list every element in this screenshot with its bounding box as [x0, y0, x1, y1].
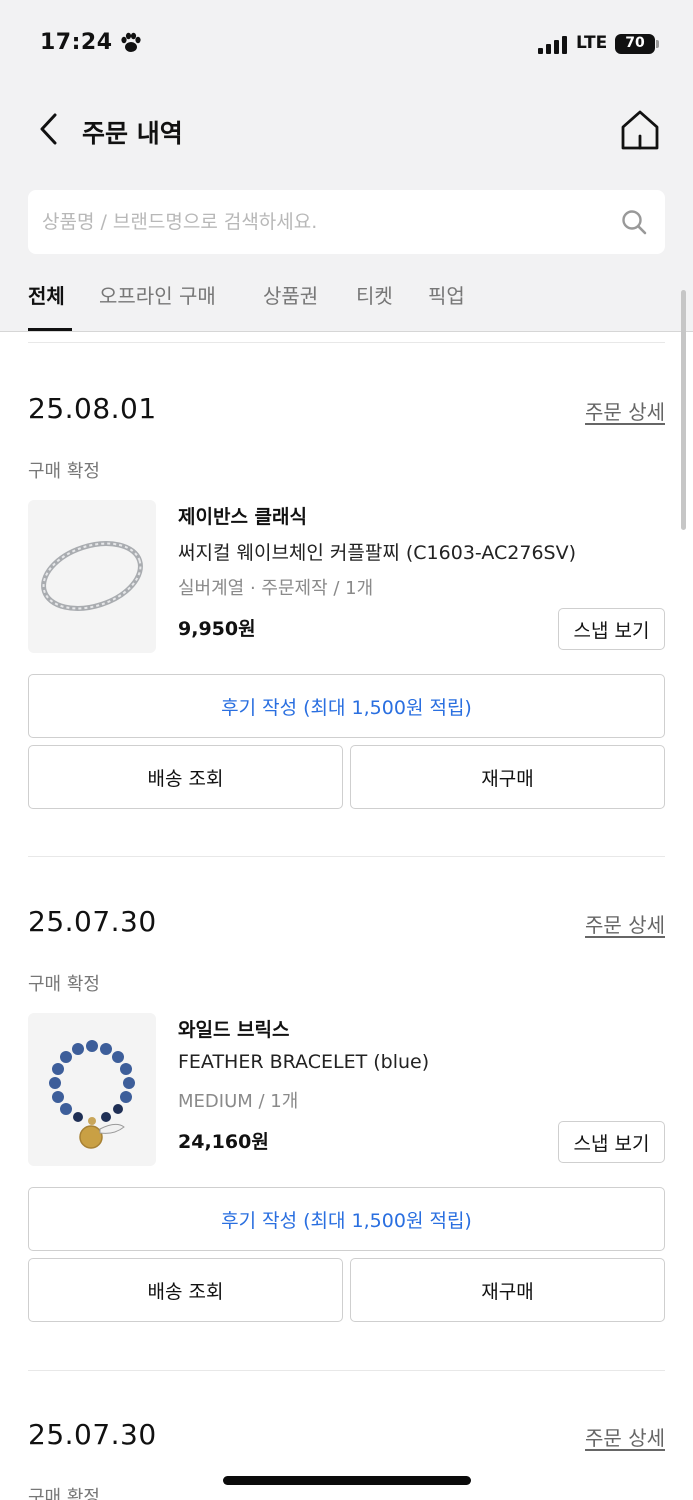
- search-input[interactable]: [42, 190, 602, 254]
- track-shipping-button[interactable]: 배송 조회: [28, 745, 343, 809]
- tab-bar: 전체 오프라인 구매 상품권 티켓 픽업: [0, 270, 693, 332]
- order-status: 구매 확정: [28, 974, 100, 995]
- page-title: 주문 내역: [82, 119, 183, 148]
- back-icon[interactable]: [36, 112, 64, 146]
- order-date: 25.07.30: [28, 1418, 157, 1451]
- tab-ticket[interactable]: 티켓: [356, 280, 393, 332]
- paw-icon: [121, 32, 141, 52]
- product-option: MEDIUM / 1개: [178, 1091, 299, 1112]
- track-shipping-button[interactable]: 배송 조회: [28, 1258, 343, 1322]
- product-price: 9,950원: [178, 618, 256, 640]
- tab-pickup[interactable]: 픽업: [428, 280, 465, 332]
- scrollbar[interactable]: [681, 290, 686, 530]
- rebuy-button[interactable]: 재구매: [350, 745, 665, 809]
- beaded-bracelet-image: [49, 1040, 135, 1149]
- product-brand: 와일드 브릭스: [178, 1019, 290, 1041]
- search-box: [28, 190, 665, 254]
- tab-bar-divider: [0, 331, 693, 332]
- product-option: 실버계열 · 주문제작 / 1개: [178, 578, 374, 599]
- tab-all[interactable]: 전체: [28, 280, 65, 332]
- status-bar: 17:24 LTE 70: [0, 0, 693, 90]
- write-review-button[interactable]: 후기 작성 (최대 1,500원 적립): [28, 1187, 665, 1251]
- order-date: 25.08.01: [28, 392, 157, 425]
- order-card: 25.07.30 주문 상세 구매 확정 와일드 브릭스 FEATHER BRA…: [28, 905, 665, 1375]
- order-detail-link[interactable]: 주문 상세: [585, 396, 665, 425]
- rebuy-button[interactable]: 재구매: [350, 1258, 665, 1322]
- home-icon[interactable]: [618, 108, 662, 152]
- home-indicator: [223, 1476, 471, 1485]
- page-header: 주문 내역: [0, 96, 693, 166]
- order-card: 25.07.30 주문 상세 구매 확정: [28, 1418, 665, 1500]
- signal-icon: [538, 36, 567, 54]
- status-time: 17:24: [40, 30, 113, 55]
- section-divider: [28, 856, 665, 857]
- top-bar: 17:24 LTE 70 주문 내역 상품명 / 브랜드명으로 검색하세요. 전…: [0, 0, 693, 332]
- snap-view-button[interactable]: 스냅 보기: [558, 1121, 665, 1163]
- battery-icon: 70: [615, 34, 659, 54]
- order-status: 구매 확정: [28, 1487, 100, 1500]
- product-name[interactable]: 써지컬 웨이브체인 커플팔찌 (C1603-AC276SV): [178, 538, 576, 565]
- order-detail-link[interactable]: 주문 상세: [585, 1422, 665, 1451]
- chain-bracelet-image: [41, 541, 143, 611]
- order-status: 구매 확정: [28, 461, 100, 482]
- order-detail-link[interactable]: 주문 상세: [585, 909, 665, 938]
- tab-offline-purchase[interactable]: 오프라인 구매: [99, 280, 216, 332]
- section-divider: [28, 342, 665, 343]
- section-divider: [28, 1370, 665, 1371]
- network-label: LTE: [576, 33, 608, 53]
- search-icon[interactable]: [620, 208, 648, 236]
- order-card: 25.08.01 주문 상세 구매 확정 제이반스 클래식 써지컬 웨이브체인 …: [28, 392, 665, 862]
- snap-view-button[interactable]: 스냅 보기: [558, 608, 665, 650]
- product-image[interactable]: [28, 1013, 156, 1166]
- tab-gift-card[interactable]: 상품권: [263, 280, 318, 332]
- order-date: 25.07.30: [28, 905, 157, 938]
- product-image[interactable]: [28, 500, 156, 653]
- product-name[interactable]: FEATHER BRACELET (blue): [178, 1051, 429, 1073]
- battery-level: 70: [625, 35, 645, 51]
- product-brand: 제이반스 클래식: [178, 506, 307, 528]
- write-review-button[interactable]: 후기 작성 (최대 1,500원 적립): [28, 674, 665, 738]
- product-price: 24,160원: [178, 1131, 269, 1153]
